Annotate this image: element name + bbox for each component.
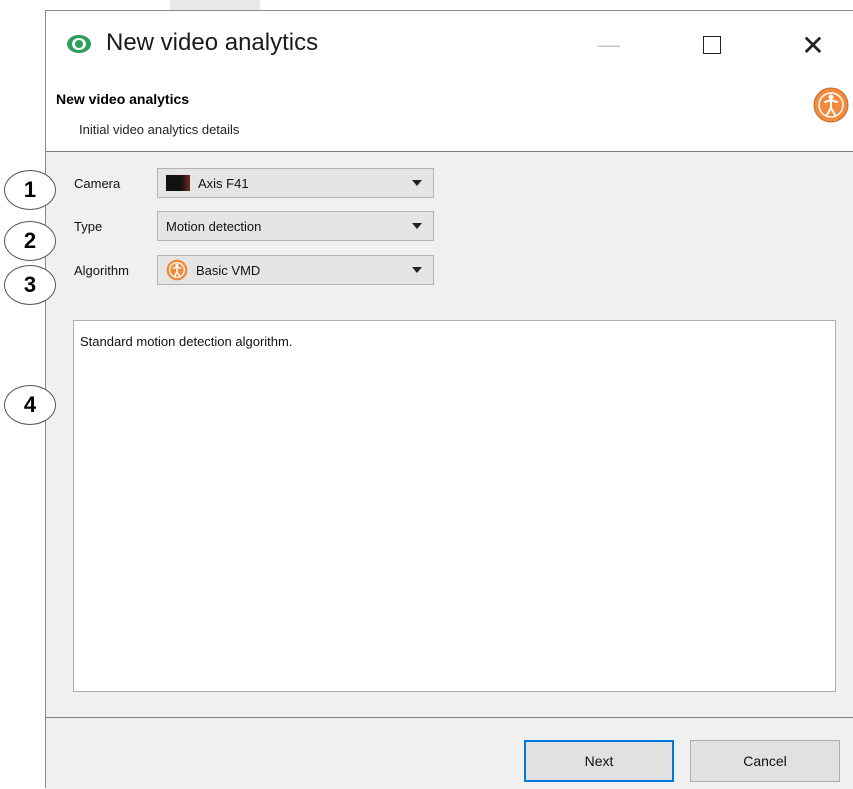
- person-motion-icon: [813, 87, 849, 123]
- wizard-footer: Next Cancel: [46, 717, 853, 789]
- type-value: Motion detection: [166, 218, 262, 234]
- wizard-content: Camera Axis F41 Type Motion detection Al…: [46, 152, 853, 717]
- algorithm-label: Algorithm: [74, 263, 129, 278]
- cancel-button[interactable]: Cancel: [690, 740, 840, 782]
- chevron-down-icon: [412, 267, 422, 273]
- title-bar: New video analytics — ✕: [46, 11, 853, 75]
- background-window-edge: [170, 0, 260, 10]
- wizard-title: New video analytics: [56, 91, 190, 107]
- camera-select[interactable]: Axis F41: [157, 168, 434, 198]
- camera-thumbnail-icon: [166, 175, 190, 191]
- chevron-down-icon: [412, 180, 422, 186]
- close-button[interactable]: ✕: [788, 25, 838, 65]
- person-motion-icon: [166, 259, 188, 281]
- callout-4: 4: [4, 385, 56, 425]
- callout-1: 1: [4, 170, 56, 210]
- algorithm-select[interactable]: Basic VMD: [157, 255, 434, 285]
- wizard-subtitle: Initial video analytics details: [79, 122, 240, 137]
- eye-app-icon: [67, 35, 91, 53]
- maximize-icon: [703, 36, 721, 54]
- dialog-window: New video analytics — ✕ New video analyt…: [45, 10, 853, 789]
- maximize-button[interactable]: [687, 25, 737, 65]
- callout-3: 3: [4, 265, 56, 305]
- next-button[interactable]: Next: [524, 740, 674, 782]
- algorithm-value: Basic VMD: [196, 262, 261, 278]
- chevron-down-icon: [412, 223, 422, 229]
- type-label: Type: [74, 219, 103, 234]
- minimize-button[interactable]: —: [584, 25, 634, 65]
- callout-2: 2: [4, 221, 56, 261]
- camera-label: Camera: [74, 176, 121, 191]
- type-select[interactable]: Motion detection: [157, 211, 434, 241]
- window-title: New video analytics: [106, 29, 319, 56]
- wizard-header: New video analytics Initial video analyt…: [46, 75, 853, 152]
- camera-value: Axis F41: [198, 175, 249, 191]
- algorithm-description: Standard motion detection algorithm.: [73, 320, 836, 692]
